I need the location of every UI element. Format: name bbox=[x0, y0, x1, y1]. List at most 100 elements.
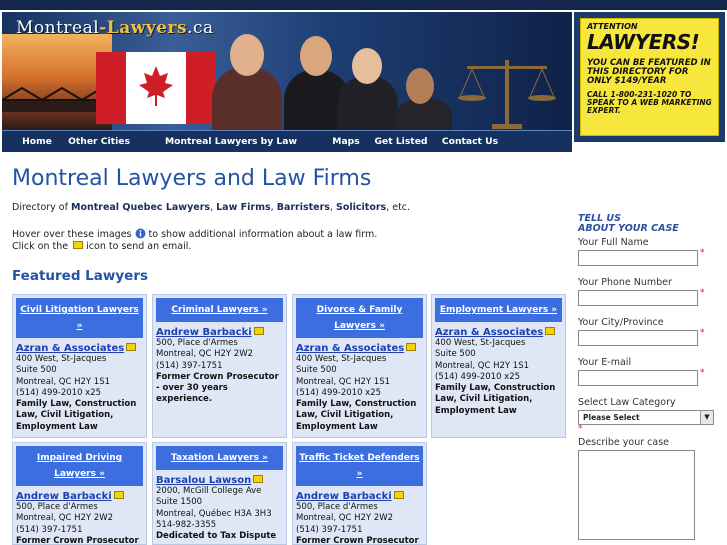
address-line: 500, Place d'Armes bbox=[296, 502, 378, 512]
case-form: TELL US ABOUT YOUR CASE Your Full Name *… bbox=[578, 210, 718, 540]
address-line: Montreal, QC H2Y 2W2 bbox=[156, 349, 254, 360]
scales-of-justice-illustration bbox=[458, 60, 556, 129]
city-label: Your City/Province bbox=[578, 317, 664, 328]
site-logo[interactable]: Montreal-Lawyers.ca bbox=[16, 18, 214, 38]
lawyer-card: Divorce & Family Lawyers » Azran & Assoc… bbox=[292, 294, 427, 438]
click-hint: Click on the icon to send an email. bbox=[12, 241, 192, 252]
nav-get-listed[interactable]: Get Listed bbox=[372, 131, 430, 153]
lawyer-photo-3 bbox=[338, 76, 398, 130]
nav-home[interactable]: Home bbox=[16, 131, 58, 153]
email-field[interactable] bbox=[578, 370, 698, 386]
chevron-down-icon[interactable]: ▼ bbox=[700, 411, 713, 424]
lawyer-card: Taxation Lawyers » Barsalou Lawson 2000,… bbox=[152, 442, 287, 545]
city-field[interactable] bbox=[578, 330, 698, 346]
ad-lawyers: LAWYERS! bbox=[587, 30, 700, 55]
category-link[interactable]: Taxation Lawyers » bbox=[156, 446, 283, 470]
law-category-select[interactable]: Please Select ▼ bbox=[578, 410, 714, 425]
keyword-lawyers: Montreal Quebec Lawyers bbox=[70, 202, 211, 213]
lawyer-card: Impaired Driving Lawyers » Andrew Barbac… bbox=[12, 442, 147, 545]
address-line: Montreal, Québec H3A 3H3 bbox=[156, 508, 272, 519]
advertise-banner-content: ATTENTION LAWYERS! YOU CAN BE FEATURED I… bbox=[580, 18, 719, 136]
keyword-solicitors: Solicitors bbox=[336, 202, 387, 213]
main-nav: Home Other Cities Montreal Lawyers by La… bbox=[2, 130, 572, 169]
envelope-icon[interactable] bbox=[113, 491, 124, 499]
nav-maps[interactable]: Maps bbox=[326, 131, 366, 153]
envelope-icon[interactable] bbox=[545, 327, 556, 335]
firm-link[interactable]: Andrew Barbacki bbox=[16, 491, 143, 502]
firm-link[interactable]: Barsalou Lawson bbox=[156, 475, 283, 486]
envelope-icon[interactable] bbox=[253, 327, 264, 335]
address-line: Suite 500 bbox=[296, 365, 337, 376]
advertise-banner[interactable]: ATTENTION LAWYERS! YOU CAN BE FEATURED I… bbox=[574, 12, 725, 142]
category-link[interactable]: Traffic Ticket Defenders » bbox=[296, 446, 423, 486]
category-link[interactable]: Divorce & Family Lawyers » bbox=[296, 298, 423, 338]
nav-contact-us[interactable]: Contact Us bbox=[438, 131, 502, 153]
firm-description: Dedicated to Tax Dispute bbox=[156, 531, 277, 542]
envelope-icon[interactable] bbox=[393, 491, 404, 499]
firm-link[interactable]: Andrew Barbacki bbox=[296, 491, 423, 502]
hover-hint: Hover over these images to show addition… bbox=[12, 228, 378, 240]
address-line: 500, Place d'Armes bbox=[156, 338, 238, 348]
address-line: Montreal, QC H2Y 2W2 bbox=[16, 513, 114, 524]
ad-call-text: CALL 1-800-231-1020 TO SPEAK TO A WEB MA… bbox=[587, 90, 712, 115]
nav-other-cities[interactable]: Other Cities bbox=[64, 131, 134, 153]
required-mark: * bbox=[700, 368, 705, 378]
category-link[interactable]: Employment Lawyers » bbox=[435, 298, 562, 322]
featured-heading: Featured Lawyers bbox=[12, 268, 149, 284]
full-name-label: Your Full Name bbox=[578, 237, 649, 248]
address-line: 400 West, St-Jacques bbox=[435, 338, 526, 348]
top-strip bbox=[0, 0, 727, 10]
phone-field[interactable] bbox=[578, 290, 698, 306]
lawyer-card: Employment Lawyers » Azran & Associates … bbox=[431, 294, 566, 438]
firm-link[interactable]: Azran & Associates bbox=[435, 327, 562, 338]
phone-line: (514) 499-2010 x25 bbox=[296, 387, 382, 398]
address-line: 400 West, St-Jacques bbox=[296, 354, 387, 364]
required-mark: * bbox=[578, 424, 583, 434]
address-line: Suite 1500 bbox=[156, 497, 203, 508]
firm-link[interactable]: Azran & Associates bbox=[16, 343, 143, 354]
envelope-icon[interactable] bbox=[253, 475, 264, 483]
full-name-field[interactable] bbox=[578, 250, 698, 266]
describe-case-textarea[interactable] bbox=[578, 450, 695, 540]
address-line: 400 West, St-Jacques bbox=[16, 354, 107, 364]
nav-law-category[interactable]: Montreal Lawyers by Law Category bbox=[140, 131, 322, 169]
category-link[interactable]: Civil Litigation Lawyers » bbox=[16, 298, 143, 338]
lawyer-head-1 bbox=[230, 34, 264, 76]
form-heading-2: ABOUT YOUR CASE bbox=[578, 223, 679, 234]
describe-label: Describe your case bbox=[578, 437, 669, 448]
canada-flag bbox=[96, 52, 216, 124]
header-banner: Montreal-Lawyers.ca bbox=[2, 12, 572, 130]
firm-description: Former Crown Prosecutor - over 30 years … bbox=[156, 371, 279, 405]
category-link[interactable]: Impaired Driving Lawyers » bbox=[16, 446, 143, 486]
directory-intro: Directory of Montreal Quebec Lawyers, La… bbox=[12, 202, 411, 213]
phone-label: Your Phone Number bbox=[578, 277, 672, 288]
email-label: Your E-mail bbox=[578, 357, 632, 368]
category-label: Select Law Category bbox=[578, 397, 676, 408]
page-title: Montreal Lawyers and Law Firms bbox=[12, 166, 372, 191]
address-line: Suite 500 bbox=[16, 365, 57, 376]
envelope-icon[interactable] bbox=[406, 343, 417, 351]
address-line: 500, Place d'Armes bbox=[16, 502, 98, 512]
address-line: Montreal, QC H2Y 1S1 bbox=[435, 360, 529, 371]
firm-link[interactable]: Andrew Barbacki bbox=[156, 327, 283, 338]
address-line: Montreal, QC H2Y 1S1 bbox=[16, 376, 110, 387]
info-circle-icon bbox=[135, 228, 146, 239]
envelope-icon[interactable] bbox=[126, 343, 137, 351]
keyword-barristers: Barristers bbox=[276, 202, 330, 213]
lawyer-card: Civil Litigation Lawyers » Azran & Assoc… bbox=[12, 294, 147, 438]
required-mark: * bbox=[700, 288, 705, 298]
ad-featured-text: YOU CAN BE FEATURED IN THIS DIRECTORY FO… bbox=[587, 58, 711, 87]
phone-line: (514) 499-2010 x25 bbox=[16, 387, 102, 398]
category-link[interactable]: Criminal Lawyers » bbox=[156, 298, 283, 322]
envelope-icon bbox=[73, 241, 84, 249]
firm-link[interactable]: Azran & Associates bbox=[296, 343, 423, 354]
firm-description: Family Law, Construction Law, Civil Liti… bbox=[435, 383, 556, 416]
phone-line: (514) 499-2010 x25 bbox=[435, 371, 521, 382]
lawyer-card: Traffic Ticket Defenders » Andrew Barbac… bbox=[292, 442, 427, 545]
lawyer-photo-1 bbox=[212, 67, 282, 130]
phone-line: (514) 397-1751 bbox=[296, 524, 363, 535]
lawyer-card: Criminal Lawyers » Andrew Barbacki 500, … bbox=[152, 294, 287, 438]
keyword-law-firms: Law Firms bbox=[216, 202, 271, 213]
lawyer-head-4 bbox=[406, 68, 434, 104]
address-line: Montreal, QC H2Y 2W2 bbox=[296, 513, 394, 524]
